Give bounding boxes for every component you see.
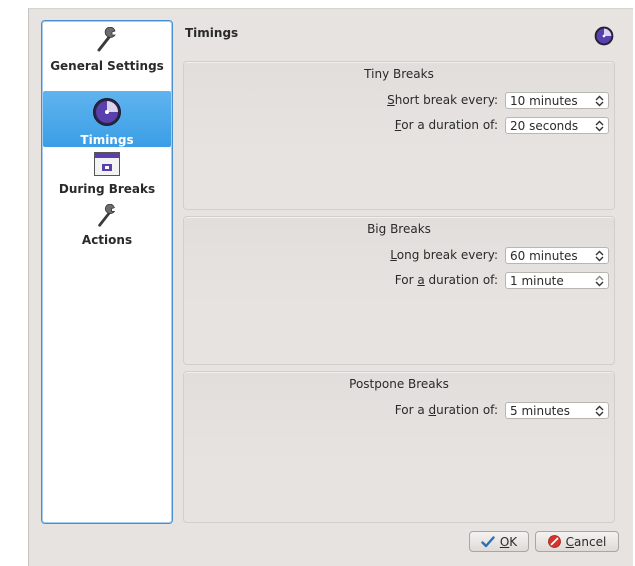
- clock-icon: [92, 97, 122, 130]
- postpone-breaks-group: Postpone Breaks For a duration of: 5 min…: [183, 371, 615, 523]
- tiny-duration-label: For a duration of:: [394, 118, 498, 132]
- long-break-every-label: Long break every:: [390, 248, 498, 262]
- sidebar-item-general-settings[interactable]: General Settings: [43, 26, 171, 91]
- short-break-every-label: Short break every:: [387, 93, 498, 107]
- sidebar-item-label: General Settings: [50, 59, 164, 73]
- short-break-every-spinbox[interactable]: 10 minutes: [505, 92, 609, 109]
- window-icon: [93, 151, 121, 180]
- group-title: Postpone Breaks: [349, 377, 449, 391]
- page-title: Timings: [185, 26, 239, 40]
- sidebar-item-label: Timings: [80, 133, 134, 147]
- ok-button[interactable]: OK: [469, 531, 529, 552]
- cancel-button-label: Cancel: [565, 534, 607, 549]
- spin-arrows-icon: [595, 405, 604, 417]
- tiny-breaks-group: Tiny Breaks Short break every: 10 minute…: [183, 61, 615, 210]
- cancel-button[interactable]: Cancel: [535, 531, 619, 552]
- long-break-every-spinbox[interactable]: 60 minutes: [505, 247, 609, 264]
- postpone-duration-label: For a duration of:: [394, 403, 498, 417]
- tiny-duration-spinbox[interactable]: 20 seconds: [505, 117, 609, 134]
- big-breaks-group: Big Breaks Long break every: 60 minutes …: [183, 216, 615, 365]
- clock-icon: [594, 26, 614, 49]
- checkmark-icon: [481, 535, 495, 547]
- spin-arrows-icon: [595, 95, 604, 107]
- big-duration-spinbox[interactable]: 1 minute: [505, 272, 609, 289]
- sidebar-item-label: Actions: [81, 233, 133, 247]
- wrench-icon: [95, 203, 119, 231]
- big-duration-label: For a duration of:: [394, 273, 498, 287]
- spin-arrows-icon: [595, 120, 604, 132]
- spin-arrows-icon: [595, 275, 604, 287]
- sidebar-item-timings[interactable]: Timings: [43, 91, 171, 147]
- group-title: Big Breaks: [367, 222, 431, 236]
- settings-sidebar: General Settings Timings During Breaks A…: [41, 20, 173, 524]
- postpone-duration-spinbox[interactable]: 5 minutes: [505, 402, 609, 419]
- spin-arrows-icon: [595, 250, 604, 262]
- wrench-icon: [95, 26, 119, 56]
- sidebar-item-actions[interactable]: Actions: [43, 203, 171, 254]
- ok-button-label: OK: [499, 534, 518, 549]
- cancel-icon: [547, 535, 561, 548]
- group-title: Tiny Breaks: [364, 67, 434, 81]
- sidebar-item-during-breaks[interactable]: During Breaks: [43, 151, 171, 201]
- sidebar-item-label: During Breaks: [58, 182, 156, 196]
